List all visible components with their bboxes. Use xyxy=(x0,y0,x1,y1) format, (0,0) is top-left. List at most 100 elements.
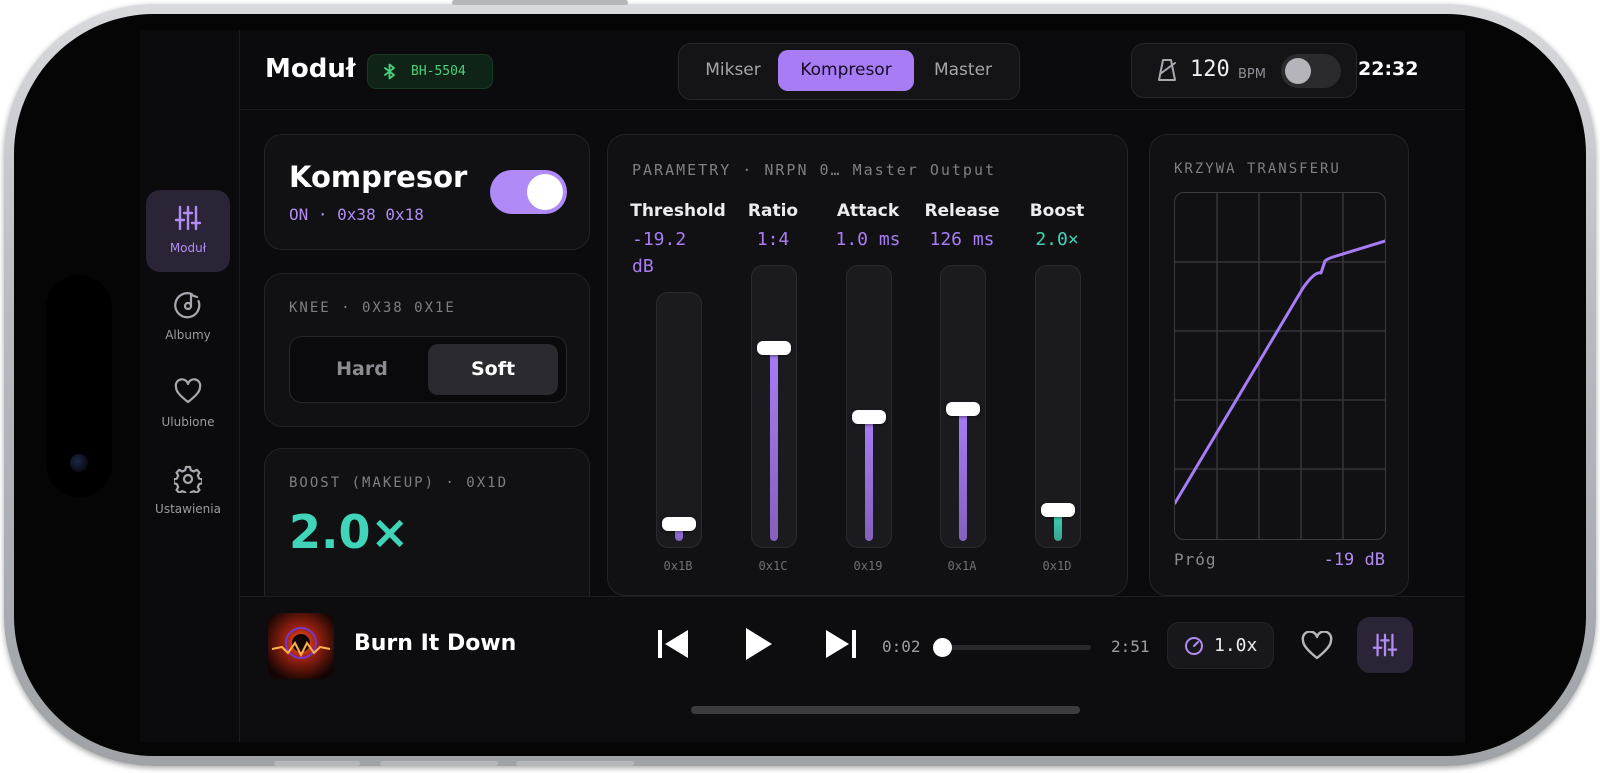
sidebar: Moduł Albumy Ulubione Ustawienia xyxy=(140,30,240,742)
play-button[interactable] xyxy=(740,626,776,662)
slider-fill xyxy=(1054,513,1062,541)
boost-caption: BOOST (MAKEUP) · 0X1D xyxy=(289,475,509,491)
heart-icon xyxy=(174,378,202,404)
slider-label: Release xyxy=(924,201,1000,221)
speed-value: 1.0x xyxy=(1214,635,1258,656)
transfer-graph xyxy=(1174,192,1386,540)
slider-fill xyxy=(770,351,778,541)
knee-card: KNEE · 0X38 0X1E Hard Soft xyxy=(264,273,590,427)
sidebar-item-albumy[interactable]: Albumy xyxy=(146,277,230,359)
slider-value: -19.2 dB xyxy=(632,229,728,277)
volume-down-button xyxy=(516,761,634,766)
app-title: Moduł xyxy=(265,54,356,84)
slider-thumb[interactable] xyxy=(946,402,980,416)
slider-track-threshold[interactable] xyxy=(656,292,702,548)
playback-speed-button[interactable]: 1.0x xyxy=(1167,622,1274,669)
slider-nrpn-code: 0x1B xyxy=(663,559,693,573)
device-badge[interactable]: BH-5504 xyxy=(367,54,493,89)
parameters-caption: PARAMETRY · NRPN 0… Master Output xyxy=(632,161,997,179)
slider-fill xyxy=(865,420,873,541)
transfer-curve-card: KRZYWA TRANSFERU Próg -19 dB xyxy=(1149,134,1409,596)
dynamic-island xyxy=(46,275,112,497)
camera-lens xyxy=(70,454,88,472)
duration-time: 2:51 xyxy=(1111,637,1150,656)
gear-icon xyxy=(174,465,202,493)
mode-tabs: Mikser Kompresor Master xyxy=(678,43,1020,100)
slider-value: 1:4 xyxy=(725,229,821,250)
slider-value: 2.0× xyxy=(1009,229,1105,250)
bpm-value: 120 xyxy=(1190,57,1230,82)
sliders-icon xyxy=(1372,633,1398,657)
transfer-caption: KRZYWA TRANSFERU xyxy=(1174,161,1341,177)
knee-soft-button[interactable]: Soft xyxy=(428,344,558,395)
slider-fill xyxy=(959,412,967,541)
parameters-card: PARAMETRY · NRPN 0… Master Output Thresh… xyxy=(607,134,1128,596)
sliders-icon xyxy=(174,205,202,231)
slider-value-text: 1.0 ms xyxy=(835,229,901,250)
boost-value: 2.0× xyxy=(289,505,410,559)
song-title: Burn It Down xyxy=(354,631,517,656)
device-name: BH-5504 xyxy=(411,64,466,79)
slider-nrpn-code: 0x1A xyxy=(947,559,977,573)
slider-track-boost[interactable] xyxy=(1035,265,1081,548)
metronome-icon xyxy=(1158,59,1176,81)
sidebar-item-label: Albumy xyxy=(165,328,211,342)
bpm-unit: BPM xyxy=(1238,67,1266,82)
album-art[interactable] xyxy=(268,613,334,679)
side-button xyxy=(452,0,628,5)
compressor-card: Kompresor ON · 0x38 0x18 xyxy=(264,134,590,250)
tab-master[interactable]: Master xyxy=(915,50,1011,91)
favorite-heart-icon[interactable] xyxy=(1301,631,1333,661)
player-bar: Burn It Down 0:02 2:51 1.0x xyxy=(240,596,1465,742)
slider-value-text: 1:4 xyxy=(756,229,790,250)
knee-caption: KNEE · 0X38 0X1E xyxy=(289,300,456,316)
threshold-label: Próg xyxy=(1174,550,1217,569)
sidebar-item-ulubione[interactable]: Ulubione xyxy=(146,364,230,446)
compressor-toggle[interactable] xyxy=(490,170,567,214)
knee-hard-button[interactable]: Hard xyxy=(297,344,427,395)
previous-track-button[interactable] xyxy=(655,626,691,662)
slider-nrpn-code: 0x19 xyxy=(853,559,883,573)
slider-thumb[interactable] xyxy=(852,410,886,424)
home-indicator[interactable] xyxy=(691,706,1080,714)
progress-handle[interactable] xyxy=(933,638,952,657)
slider-value-text: 126 ms xyxy=(929,229,995,250)
slider-thumb[interactable] xyxy=(662,517,696,531)
slider-nrpn-code: 0x1D xyxy=(1042,559,1072,573)
slider-value: 126 ms xyxy=(914,229,1010,250)
progress-bar[interactable] xyxy=(943,645,1091,650)
sidebar-item-modul[interactable]: Moduł xyxy=(146,190,230,272)
sidebar-item-ustawienia[interactable]: Ustawienia xyxy=(146,451,230,533)
slider-label: Boost xyxy=(1029,201,1085,221)
transfer-curve-svg xyxy=(1175,193,1385,539)
tempo-control: 120 BPM xyxy=(1131,43,1357,98)
slider-thumb[interactable] xyxy=(1041,503,1075,517)
next-track-button[interactable] xyxy=(823,626,859,662)
slider-label: Ratio xyxy=(747,201,799,221)
slider-thumb[interactable] xyxy=(757,341,791,355)
header-divider xyxy=(240,109,1465,110)
sidebar-item-label: Ulubione xyxy=(161,415,215,429)
tab-mikser[interactable]: Mikser xyxy=(687,50,779,91)
slider-label: Threshold xyxy=(630,201,726,221)
disc-icon xyxy=(174,292,201,319)
volume-up-button xyxy=(380,761,498,766)
equalizer-button[interactable] xyxy=(1357,617,1413,673)
transfer-curve-line xyxy=(1175,239,1385,505)
tab-kompresor[interactable]: Kompresor xyxy=(778,50,914,91)
bluetooth-icon xyxy=(384,63,395,80)
threshold-value: -19 dB xyxy=(1323,550,1385,570)
slider-label: Attack xyxy=(836,201,900,221)
boost-card: BOOST (MAKEUP) · 0X1D 2.0× xyxy=(264,448,590,620)
slider-track-ratio[interactable] xyxy=(751,265,797,548)
app-screen: Moduł Albumy Ulubione Ustawienia Moduł B… xyxy=(140,30,1465,742)
speed-gauge-icon xyxy=(1185,637,1203,655)
metronome-toggle[interactable] xyxy=(1281,54,1341,88)
compressor-status: ON · 0x38 0x18 xyxy=(289,205,424,224)
action-button xyxy=(274,761,360,766)
compressor-title: Kompresor xyxy=(289,160,468,194)
slider-value-unit: dB xyxy=(632,256,654,277)
slider-nrpn-code: 0x1C xyxy=(758,559,788,573)
slider-track-attack[interactable] xyxy=(846,265,892,548)
slider-track-release[interactable] xyxy=(940,265,986,548)
